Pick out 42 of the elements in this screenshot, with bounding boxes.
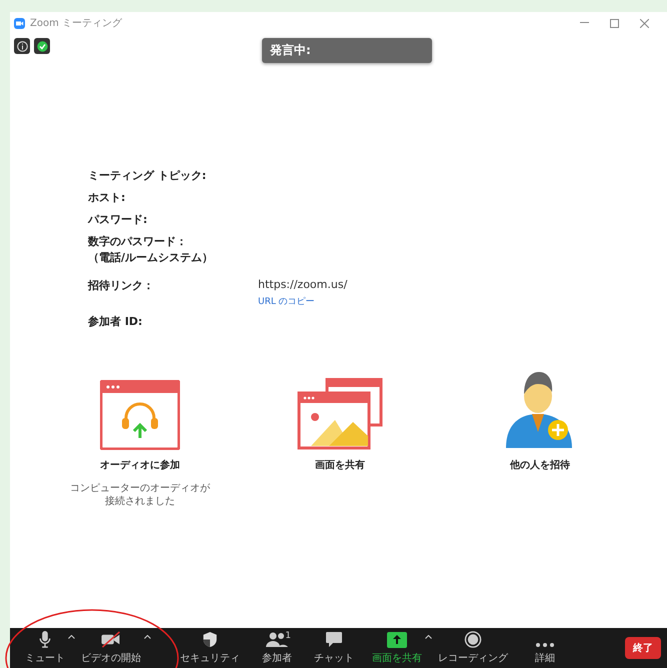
info-label: 参加者 ID: (88, 314, 144, 330)
info-icon (16, 40, 28, 52)
info-button[interactable] (14, 38, 30, 54)
info-label: 招待リンク： (88, 278, 155, 294)
minimize-icon[interactable] (580, 22, 588, 24)
caret-icon[interactable] (144, 635, 151, 639)
toolbar-button[interactable]: ミュート (22, 629, 68, 667)
app-logo-icon (14, 18, 25, 28)
toolbar-button[interactable]: 参加者 1 (255, 629, 299, 667)
window-title: Zoom ミーティング (30, 17, 124, 30)
picture-windows-icon (297, 378, 383, 450)
action-label[interactable]: 他の人を招待 (510, 458, 570, 472)
info-label: ミーティング トピック: (88, 168, 208, 184)
shield-icon (202, 631, 218, 648)
maximize-icon[interactable] (610, 18, 618, 28)
toolbar-button[interactable]: チャット (311, 629, 357, 667)
speaking-indicator: 発言中: (262, 38, 432, 63)
info-label: パスワード: (88, 212, 148, 228)
audio-status-text: コンピューターのオーディオが (70, 482, 210, 495)
toolbar-button[interactable]: レコーディング (435, 629, 511, 667)
toolbar-button[interactable]: ビデオの開始 (78, 629, 144, 667)
toolbar-button[interactable]: セキュリティ (177, 629, 243, 667)
info-label: 数字のパスワード： (88, 234, 188, 250)
action-label[interactable]: 画面を共有 (315, 458, 365, 472)
more-dots-icon (535, 642, 555, 648)
speech-bubble-icon (325, 631, 343, 648)
action-label[interactable]: オーディオに参加 (100, 458, 180, 472)
headphones-window-icon (100, 380, 180, 450)
copy-url-link[interactable]: URL のコピー (258, 294, 667, 308)
toolbar-button[interactable]: 画面を共有 (369, 629, 425, 667)
info-label: ホスト: (88, 190, 126, 206)
end-meeting-button[interactable]: 終了 (625, 637, 661, 659)
audio-status-text: 接続されました (105, 494, 175, 508)
info-label: （電話/ルームシステム） (88, 250, 214, 266)
caret-icon[interactable] (425, 635, 432, 639)
security-button[interactable] (34, 38, 50, 54)
record-icon (464, 631, 482, 648)
invite-url: https://zoom.us/ (258, 278, 348, 291)
people-icon (266, 632, 288, 648)
toolbar-button[interactable]: 詳細 (523, 629, 567, 667)
close-icon[interactable] (640, 18, 648, 28)
caret-icon[interactable] (68, 635, 75, 639)
